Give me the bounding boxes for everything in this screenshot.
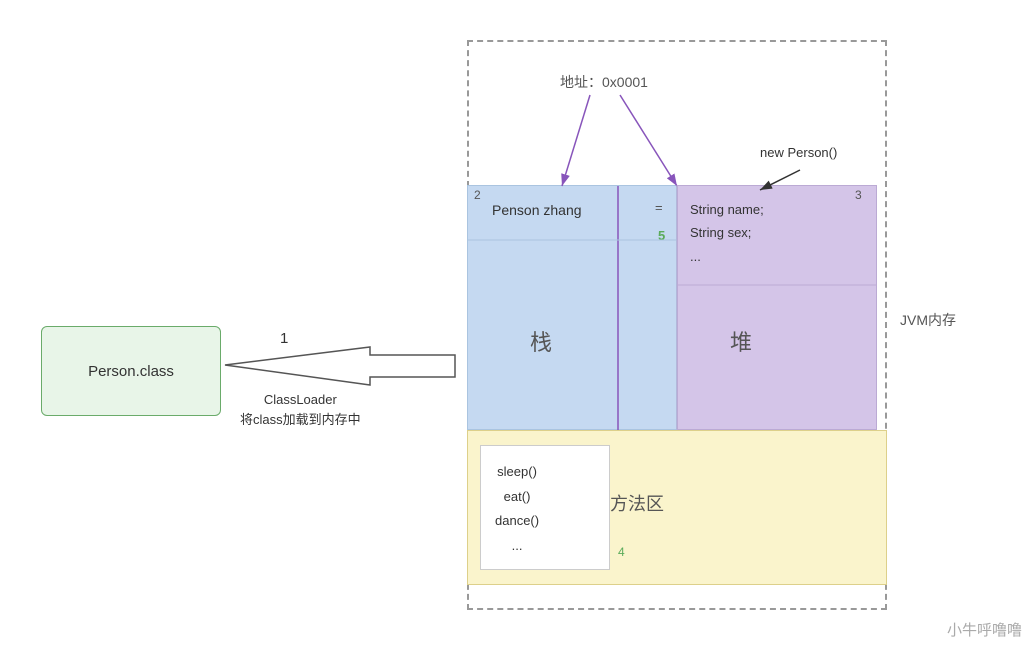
method-area-num: 4: [618, 545, 625, 559]
address-label: 地址：0x0001: [560, 72, 648, 92]
stack-num: 2: [474, 188, 481, 202]
jvm-label: JVM内存: [900, 310, 956, 330]
method-inner-text: sleep() eat() dance() ...: [495, 460, 539, 559]
main-arrow: [225, 347, 455, 385]
watermark: 小牛呼噜噜: [947, 619, 1022, 640]
equals-value: 5: [658, 228, 665, 243]
person-class-box: Person.class: [41, 326, 221, 416]
equals-sign: =: [655, 200, 663, 215]
stack-top-text: Penson zhang: [492, 202, 582, 218]
person-class-label: Person.class: [88, 363, 174, 380]
method-area-label: 方法区: [610, 490, 664, 516]
heap-num: 3: [855, 188, 862, 202]
diagram: Person.class 1 ClassLoader 将class加载到内存中 …: [0, 0, 1032, 650]
classloader-text: ClassLoader 将class加载到内存中: [240, 390, 361, 429]
new-person-label: new Person(): [760, 145, 837, 160]
heap-label: 堆: [730, 325, 752, 357]
heap-top-text: String name; String sex; ...: [690, 198, 764, 268]
stack-label: 栈: [530, 325, 552, 357]
arrow-1-label: 1: [280, 330, 288, 347]
stack-area: [467, 185, 677, 430]
